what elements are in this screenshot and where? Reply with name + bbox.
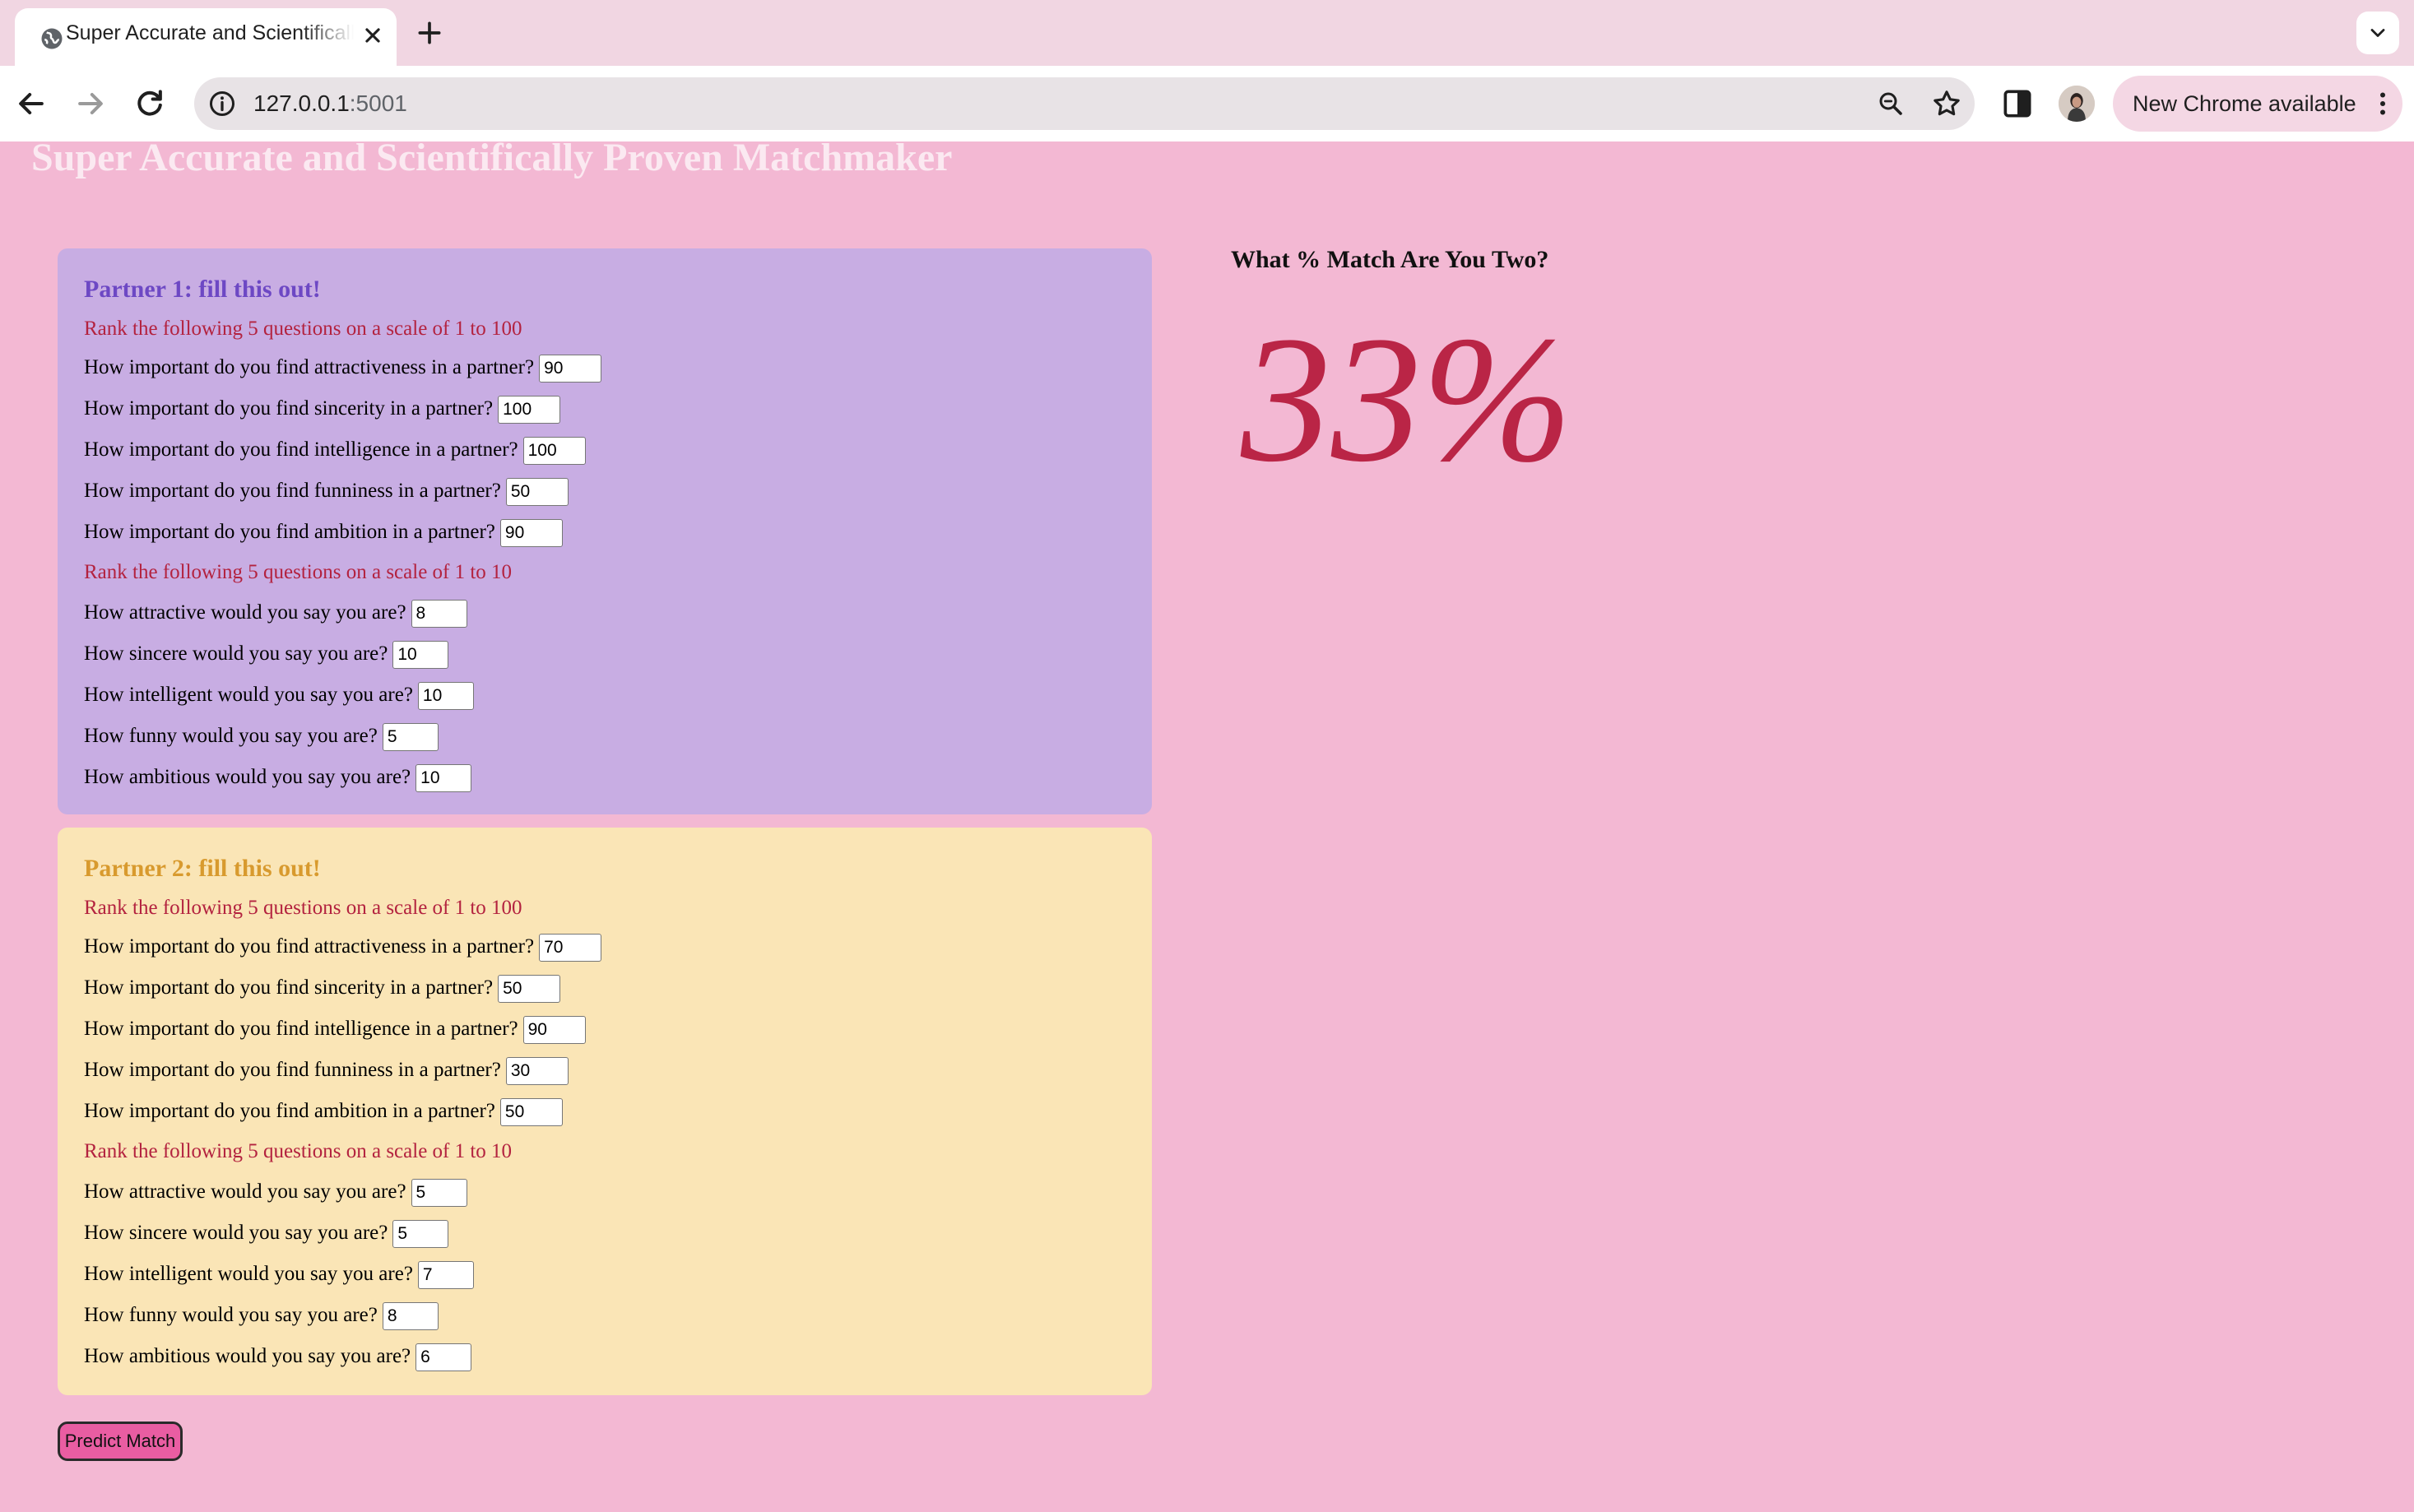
question-label: How intelligent would you say you are?: [84, 684, 413, 706]
tab-title: Super Accurate and Scientifically Proven…: [66, 21, 354, 44]
question-label: How ambitious would you say you are?: [84, 1345, 411, 1367]
partner2-self-sincere: How sincere would you say you are?: [84, 1213, 1126, 1254]
partner2-self-funny: How funny would you say you are?: [84, 1295, 1126, 1336]
page-title: Super Accurate and Scientifically Proven…: [31, 136, 953, 179]
partner2-panel: Partner 2: fill this out! Rank the follo…: [58, 828, 1152, 1395]
update-label: New Chrome available: [2133, 91, 2356, 116]
partner1-self-intelligent-input[interactable]: [417, 682, 474, 711]
question-label: How important do you find ambition in a …: [84, 1100, 495, 1122]
profile-picture: [2059, 86, 2095, 122]
question-label: How important do you find intelligence i…: [84, 1018, 518, 1040]
partner2-importance-instruction: Rank the following 5 questions on a scal…: [84, 897, 522, 919]
partner1-self-sincere: How sincere would you say you are?: [84, 633, 1126, 675]
partner1-importance-funniness: How important do you find funniness in a…: [84, 471, 1126, 512]
partner1-self-funny-input[interactable]: [382, 723, 439, 752]
question-label: How sincere would you say you are?: [84, 1222, 388, 1244]
partner2-importance-intelligence: How important do you find intelligence i…: [84, 1009, 1126, 1050]
address-bar[interactable]: 127.0.0.1:5001: [194, 77, 1975, 130]
question-label: How funny would you say you are?: [84, 725, 378, 747]
partner1-importance-attractiveness: How important do you find attractiveness…: [84, 347, 1126, 388]
close-icon[interactable]: [359, 21, 387, 49]
partner1-panel: Partner 1: fill this out! Rank the follo…: [58, 248, 1152, 814]
chevron-down-icon: [2370, 29, 2385, 37]
partner1-importance-sincerity: How important do you find sincerity in a…: [84, 388, 1126, 429]
partner1-self-instruction: Rank the following 5 questions on a scal…: [84, 561, 513, 583]
back-arrow-icon[interactable]: [13, 86, 49, 122]
partner2-importance-attractiveness-input[interactable]: [539, 934, 602, 962]
browser-tab[interactable]: Super Accurate and Scientifically Proven…: [15, 8, 397, 66]
partner1-importance-ambition: How important do you find ambition in a …: [84, 512, 1126, 553]
result-heading: What % Match Are You Two?: [1231, 246, 1549, 273]
reload-icon[interactable]: [132, 86, 168, 122]
partner1-self-ambitious: How ambitious would you say you are?: [84, 757, 1126, 798]
partner2-self-instruction: Rank the following 5 questions on a scal…: [84, 1140, 513, 1162]
partner1-self-attractive: How attractive would you say you are?: [84, 592, 1126, 633]
partner1-self-intelligent: How intelligent would you say you are?: [84, 675, 1126, 716]
question-label: How attractive would you say you are?: [84, 1180, 406, 1203]
question-label: How important do you find funniness in a…: [84, 480, 501, 502]
plus-icon[interactable]: [413, 16, 446, 49]
chrome-update-button[interactable]: New Chrome available: [2113, 76, 2402, 132]
partner1-self-sincere-input[interactable]: [392, 641, 449, 670]
partner1-importance-intelligence: How important do you find intelligence i…: [84, 429, 1126, 471]
partner2-importance-sincerity: How important do you find sincerity in a…: [84, 967, 1126, 1009]
url-text[interactable]: 127.0.0.1:5001: [253, 77, 407, 130]
partner2-importance-ambition-input[interactable]: [499, 1098, 563, 1127]
question-label: How attractive would you say you are?: [84, 601, 406, 624]
partner1-importance-intelligence-input[interactable]: [522, 437, 586, 466]
partner2-importance-intelligence-input[interactable]: [522, 1016, 586, 1045]
url-host: 127.0.0.1: [253, 90, 350, 116]
tab-search-button[interactable]: [2356, 12, 2399, 54]
partner2-self-sincere-input[interactable]: [392, 1220, 449, 1249]
question-label: How important do you find intelligence i…: [84, 438, 518, 461]
partner1-self-attractive-input[interactable]: [411, 600, 467, 628]
match-percentage: 33%: [1241, 299, 1573, 499]
question-label: How important do you find attractiveness…: [84, 935, 535, 958]
partner2-importance-ambition: How important do you find ambition in a …: [84, 1091, 1126, 1132]
question-label: How ambitious would you say you are?: [84, 766, 411, 788]
question-label: How important do you find ambition in a …: [84, 521, 495, 543]
forward-arrow-icon[interactable]: [72, 86, 109, 122]
partner1-self-ambitious-input[interactable]: [415, 764, 472, 793]
star-icon[interactable]: [1930, 87, 1963, 120]
more-vert-icon[interactable]: [2368, 89, 2398, 118]
partner1-importance-funniness-input[interactable]: [505, 478, 569, 507]
partner2-self-funny-input[interactable]: [382, 1302, 439, 1331]
partner1-importance-sincerity-input[interactable]: [498, 396, 561, 424]
partner1-self-funny: How funny would you say you are?: [84, 716, 1126, 757]
zoom-icon[interactable]: [1876, 89, 1906, 118]
question-label: How intelligent would you say you are?: [84, 1263, 413, 1285]
partner2-self-intelligent-input[interactable]: [417, 1261, 474, 1290]
partner2-importance-funniness-input[interactable]: [505, 1057, 569, 1086]
question-label: How important do you find funniness in a…: [84, 1059, 501, 1081]
browser-toolbar: 127.0.0.1:5001 New Chrome available: [0, 66, 2414, 141]
question-label: How sincere would you say you are?: [84, 642, 388, 665]
partner2-importance-sincerity-input[interactable]: [498, 975, 561, 1004]
partner1-importance-attractiveness-input[interactable]: [539, 355, 602, 383]
tab-strip: Super Accurate and Scientifically Proven…: [0, 0, 2414, 66]
partner1-importance-instruction: Rank the following 5 questions on a scal…: [84, 318, 522, 340]
partner2-self-attractive-input[interactable]: [411, 1179, 467, 1208]
partner2-importance-attractiveness: How important do you find attractiveness…: [84, 926, 1126, 967]
question-label: How funny would you say you are?: [84, 1304, 378, 1326]
partner2-self-ambitious-input[interactable]: [415, 1343, 472, 1372]
question-label: How important do you find attractiveness…: [84, 356, 535, 378]
partner2-heading: Partner 2: fill this out!: [84, 855, 321, 882]
partner2-self-ambitious: How ambitious would you say you are?: [84, 1336, 1126, 1377]
url-port: :5001: [349, 90, 407, 116]
profile-avatar[interactable]: [2059, 86, 2095, 122]
partner2-self-intelligent: How intelligent would you say you are?: [84, 1254, 1126, 1295]
predict-match-button[interactable]: Predict Match: [58, 1422, 183, 1461]
question-label: How important do you find sincerity in a…: [84, 397, 494, 420]
partner2-self-attractive: How attractive would you say you are?: [84, 1171, 1126, 1213]
question-label: How important do you find sincerity in a…: [84, 976, 494, 999]
partner1-heading: Partner 1: fill this out!: [84, 276, 321, 303]
partner1-importance-ambition-input[interactable]: [499, 519, 563, 548]
partner2-importance-funniness: How important do you find funniness in a…: [84, 1050, 1126, 1091]
info-icon[interactable]: [207, 89, 237, 118]
side-panel-icon[interactable]: [1999, 86, 2036, 122]
globe-icon: [41, 28, 63, 49]
